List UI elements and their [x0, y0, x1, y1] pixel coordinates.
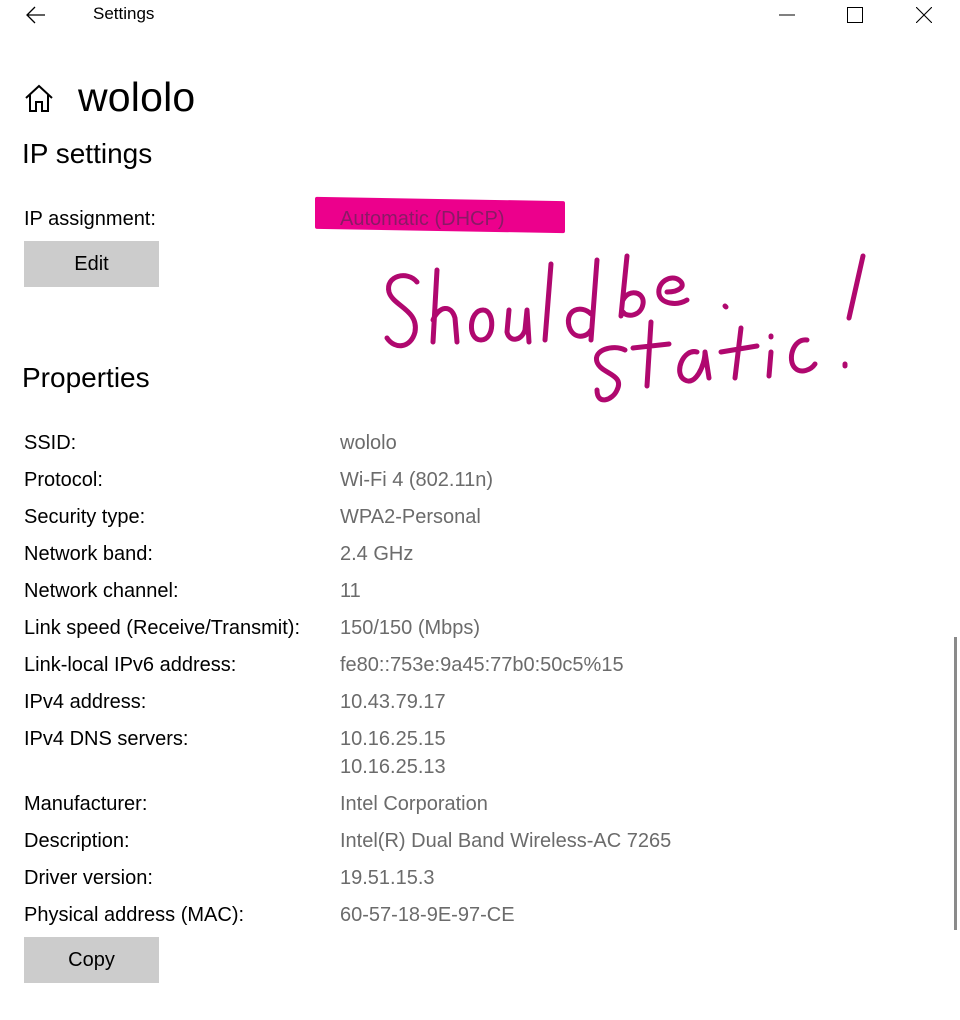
maximize-icon [847, 7, 863, 23]
edit-button[interactable]: Edit [24, 241, 159, 287]
prop-label-ssid: SSID: [24, 432, 77, 454]
copy-button[interactable]: Copy [24, 937, 159, 983]
page-title: wololo [78, 74, 196, 120]
prop-value-ipv6: fe80::753e:9a45:77b0:50c5%15 [340, 654, 624, 676]
minimize-button[interactable] [764, 0, 810, 30]
prop-value-dns-1: 10.16.25.15 [340, 728, 446, 750]
prop-value-mac: 60-57-18-9E-97-CE [340, 904, 515, 926]
prop-value-ssid: wololo [340, 432, 397, 454]
maximize-button[interactable] [832, 0, 878, 30]
prop-label-description: Description: [24, 830, 130, 852]
prop-label-dns: IPv4 DNS servers: [24, 728, 189, 750]
prop-label-driver-version: Driver version: [24, 867, 153, 889]
prop-label-security-type: Security type: [24, 506, 146, 528]
prop-value-manufacturer: Intel Corporation [340, 793, 488, 815]
handwritten-annotation [384, 253, 866, 403]
close-button[interactable] [901, 0, 947, 30]
home-icon [25, 84, 53, 112]
prop-value-driver-version: 19.51.15.3 [340, 867, 435, 889]
prop-value-network-band: 2.4 GHz [340, 543, 414, 565]
ip-assignment-value: Automatic (DHCP) [340, 208, 505, 230]
prop-label-protocol: Protocol: [24, 469, 103, 491]
scrollbar[interactable] [954, 637, 957, 930]
prop-value-dns-2: 10.16.25.13 [340, 756, 446, 778]
properties-heading: Properties [22, 362, 150, 393]
prop-value-protocol: Wi-Fi 4 (802.11n) [340, 469, 494, 491]
back-button[interactable] [20, 0, 52, 30]
app-title: Settings [93, 4, 155, 23]
prop-value-ipv4: 10.43.79.17 [340, 691, 446, 713]
prop-label-mac: Physical address (MAC): [24, 904, 245, 926]
prop-label-ipv4: IPv4 address: [24, 691, 147, 713]
minimize-icon [779, 14, 795, 16]
prop-value-link-speed: 150/150 (Mbps) [340, 617, 481, 639]
title-bar: Settings [0, 0, 960, 32]
prop-label-manufacturer: Manufacturer: [24, 793, 148, 815]
close-icon [916, 7, 932, 23]
back-arrow-icon [26, 6, 45, 24]
ip-settings-heading: IP settings [22, 138, 153, 169]
prop-value-security-type: WPA2-Personal [340, 506, 481, 528]
prop-label-network-band: Network band: [24, 543, 153, 565]
prop-label-ipv6: Link-local IPv6 address: [24, 654, 237, 676]
home-button[interactable] [23, 82, 55, 114]
ip-assignment-label: IP assignment: [24, 208, 156, 230]
prop-label-network-channel: Network channel: [24, 580, 179, 602]
prop-value-description: Intel(R) Dual Band Wireless-AC 7265 [340, 830, 672, 852]
prop-value-network-channel: 11 [340, 580, 361, 602]
prop-label-link-speed: Link speed (Receive/Transmit): [24, 617, 301, 639]
